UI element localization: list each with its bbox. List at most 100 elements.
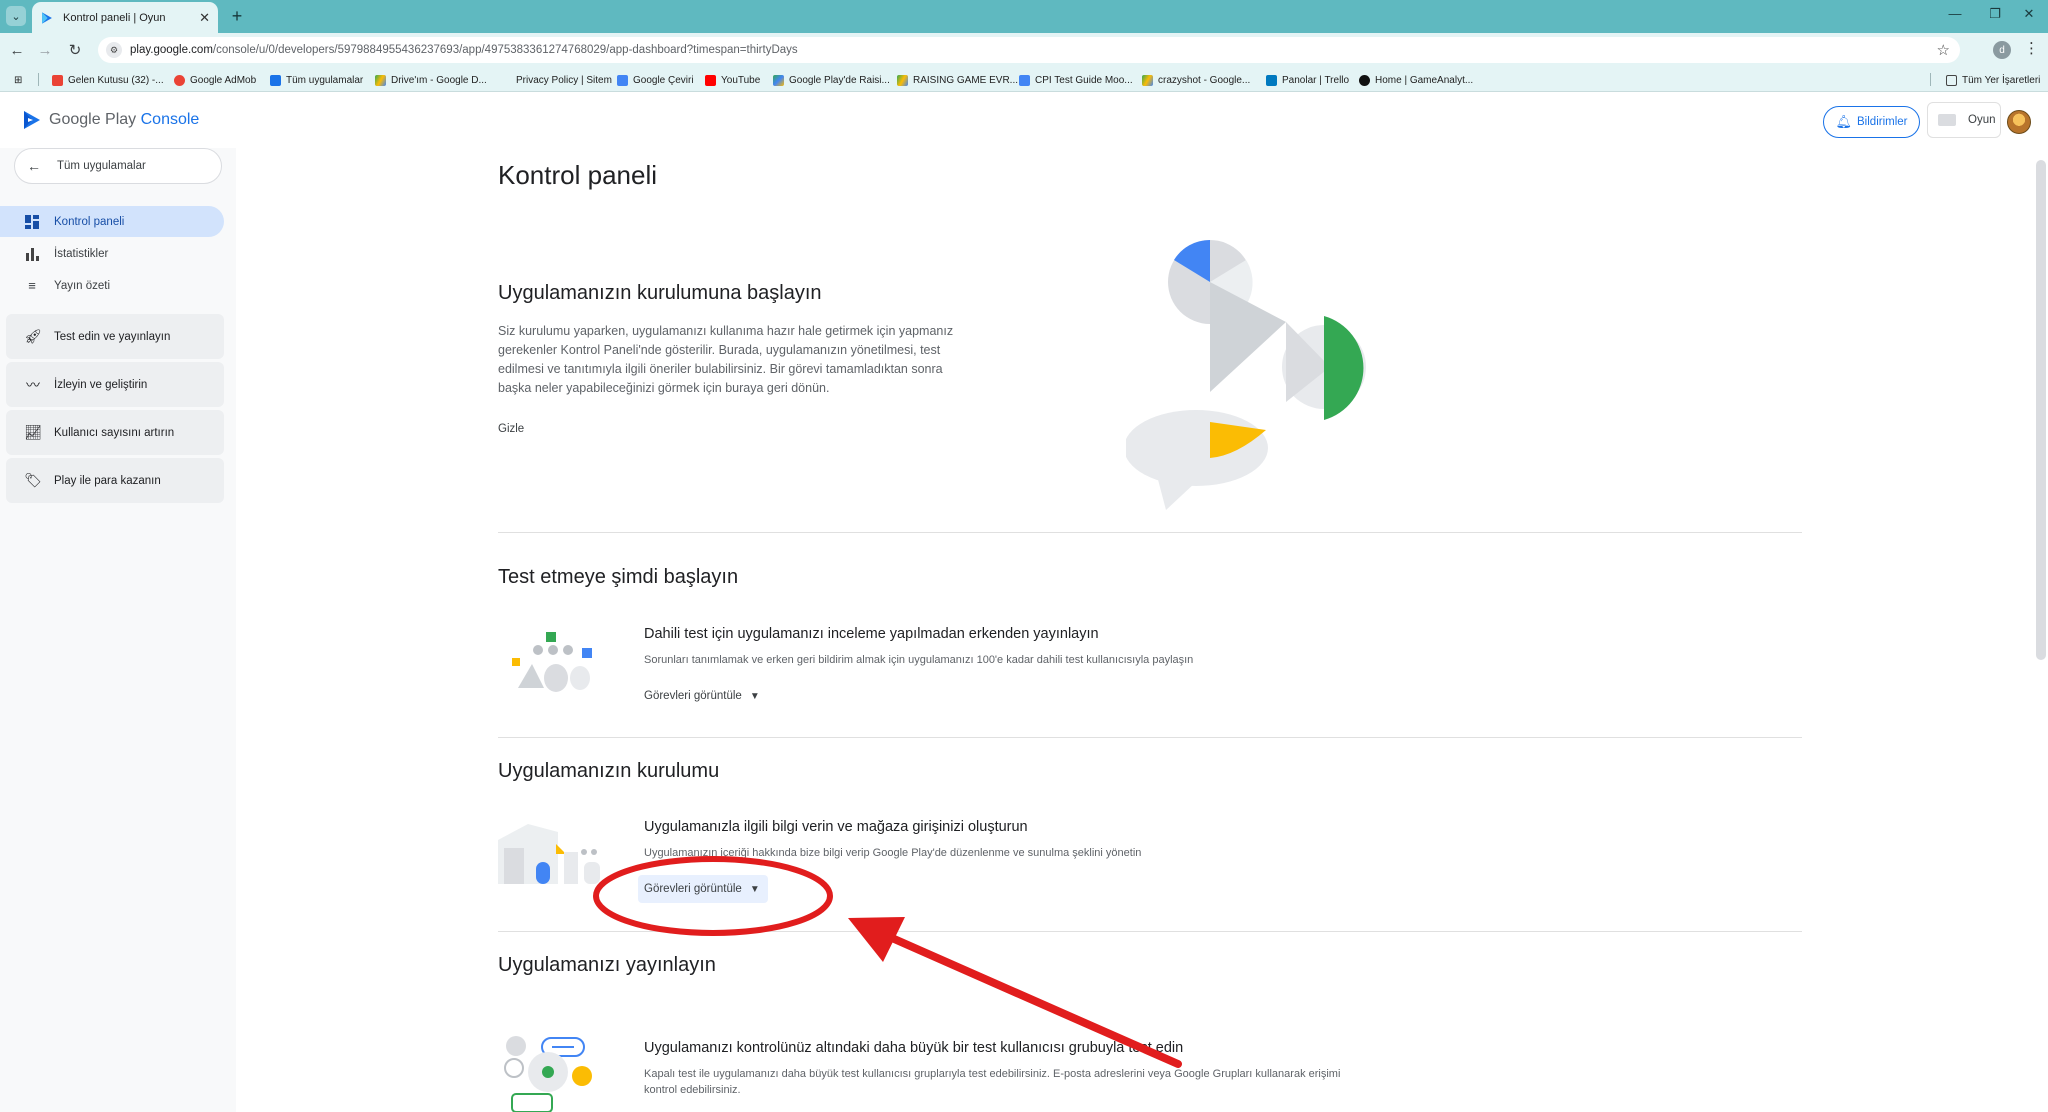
task-desc-closed-test: Kapalı test ile uygulamanızı daha büyük … (644, 1068, 1341, 1096)
address-toolbar: ← → ↻ ⚙ play.google.com/console/u/0/deve… (0, 33, 2048, 67)
main-content: Kontrol paneli Uygulamanızın kurulumuna … (236, 148, 2048, 1112)
apps-grid-icon[interactable]: ⊞ (14, 72, 22, 88)
view-tasks-button-internal-test[interactable]: Görevleri görüntüle ▼ (638, 682, 768, 710)
app-switcher[interactable]: Oyun (1927, 102, 2001, 138)
browser-tab-strip: ⌄ Kontrol paneli | Oyun ✕ + — ❐ ✕ (0, 0, 2048, 33)
dashboard-icon (24, 214, 40, 230)
user-avatar[interactable] (2007, 110, 2031, 134)
sidebar-item-dashboard[interactable]: Kontrol paneli (0, 206, 224, 237)
sidebar-item-label: Kontrol paneli (54, 215, 125, 228)
folder-icon (1946, 74, 1957, 86)
section-title-start-testing: Test etmeye şimdi başlayın (498, 566, 739, 588)
site-info-icon[interactable]: ⚙ (106, 42, 122, 58)
tab-close-icon[interactable]: ✕ (199, 10, 210, 26)
youtube-icon (705, 74, 716, 86)
back-arrow-icon[interactable]: ← (8, 41, 26, 59)
app-placeholder-icon (1938, 114, 1956, 126)
logo-suffix: Console (140, 111, 200, 128)
all-apps-back-button[interactable]: ← Tüm uygulamalar (14, 148, 222, 184)
admob-icon (174, 74, 185, 86)
task-title-internal-test: Dahili test için uygulamanızı inceleme y… (644, 626, 1099, 642)
task-title-closed-test: Uygulamanızı kontrolünüz altındaki daha … (644, 1040, 1184, 1056)
play-console-logo[interactable]: Google Play Console (22, 110, 199, 130)
rocket-icon: 🚀︎ (24, 328, 42, 344)
drive-icon (1142, 74, 1153, 86)
chevron-down-icon: ▼ (749, 690, 760, 702)
reload-icon[interactable]: ↻ (66, 41, 84, 59)
play-console-icon (270, 74, 281, 86)
sidebar-item-release-summary[interactable]: ≡ Yayın özeti (0, 270, 224, 301)
notifications-label: Bildirimler (1857, 116, 1908, 128)
bookmark-trello[interactable]: Panolar | Trello (1266, 72, 1349, 88)
setup-illustration (1126, 239, 1366, 510)
section-title-publish-app: Uygulamanızı yayınlayın (498, 954, 716, 976)
address-bar[interactable]: ⚙ play.google.com/console/u/0/developers… (98, 37, 1960, 63)
task-desc-store-listing: Uygulamanızın içeriği hakkında bize bilg… (644, 847, 1142, 859)
task-title-store-listing: Uygulamanızla ilgili bilgi verin ve mağa… (644, 819, 1028, 835)
all-bookmarks-folder[interactable]: Tüm Yer İşaretleri (1946, 72, 2040, 88)
bookmark-crazyshot[interactable]: crazyshot - Google... (1142, 72, 1250, 88)
bookmark-drive[interactable]: Drive'ım - Google D... (375, 72, 487, 88)
new-tab-button[interactable]: + (226, 5, 248, 27)
view-tasks-button-store-listing[interactable]: Görevleri görüntüle ▼ (638, 875, 768, 903)
browser-tab-active[interactable]: Kontrol paneli | Oyun ✕ (32, 2, 218, 33)
bookmark-gameanalytics[interactable]: Home | GameAnalyt... (1359, 72, 1473, 88)
closed-test-illustration (504, 1036, 592, 1112)
sidebar-group-grow-users[interactable]: 📈︎ Kullanıcı sayısını artırın (6, 410, 224, 455)
minimize-icon[interactable]: — (1944, 6, 1966, 21)
hide-button[interactable]: Gizle (498, 423, 524, 435)
setup-card-description: Siz kurulumu yaparken, uygulamanızı kull… (498, 324, 954, 395)
gmail-icon (52, 74, 63, 86)
page-scrollbar[interactable] (2036, 160, 2046, 660)
bookmark-raising-game[interactable]: RAISING GAME EVR... (897, 72, 1018, 88)
drive-icon (897, 74, 908, 86)
chevron-down-icon: ▼ (749, 883, 760, 895)
window-close-icon[interactable]: ✕ (2018, 6, 2040, 22)
browser-profile-avatar[interactable]: d (1993, 41, 2011, 59)
google-play-icon (773, 74, 784, 86)
sidebar-item-statistics[interactable]: İstatistikler (0, 238, 224, 269)
bookmark-cpi-test[interactable]: CPI Test Guide Moo... (1019, 72, 1133, 88)
app-header: Google Play Console 🔔︎ Bildirimler Oyun (0, 92, 2048, 148)
forward-arrow-icon[interactable]: → (36, 41, 54, 59)
bookmark-admob[interactable]: Google AdMob (174, 72, 256, 88)
bookmark-all-apps[interactable]: Tüm uygulamalar (270, 72, 363, 88)
store-listing-illustration (498, 824, 600, 884)
internal-test-illustration (512, 632, 592, 692)
section-divider (498, 532, 1802, 533)
bookmark-google-play[interactable]: Google Play'de Raisi... (773, 72, 890, 88)
sidebar-group-test-release[interactable]: 🚀︎ Test edin ve yayınlayın (6, 314, 224, 359)
docs-icon (1019, 74, 1030, 86)
bookmark-gmail[interactable]: Gelen Kutusu (32) -... (52, 72, 164, 88)
view-tasks-label: Görevleri görüntüle (644, 883, 742, 895)
trello-icon (1266, 74, 1277, 86)
section-divider (498, 931, 1802, 932)
task-desc-internal-test: Sorunları tanımlamak ve erken geri bildi… (644, 654, 1194, 666)
bookmark-star-icon[interactable]: ☆ (1937, 41, 1950, 59)
bookmark-translate[interactable]: Google Çeviri (617, 72, 694, 88)
bookmark-privacy-policy[interactable]: Privacy Policy | Sitem (516, 72, 612, 88)
url-text: play.google.com/console/u/0/developers/5… (130, 44, 798, 56)
release-summary-icon: ≡ (28, 278, 36, 293)
sidebar-group-monetize[interactable]: 🏷︎ Play ile para kazanın (6, 458, 224, 503)
restore-icon[interactable]: ❐ (1984, 6, 2006, 22)
sidebar-group-monitor-improve[interactable]: 〰 İzleyin ve geliştirin (6, 362, 224, 407)
trend-icon: 〰 (26, 376, 40, 393)
arrow-left-icon: ← (27, 158, 41, 174)
section-divider (498, 737, 1802, 738)
sidebar-group-label: Test edin ve yayınlayın (54, 330, 171, 343)
drive-icon (375, 74, 386, 86)
notifications-button[interactable]: 🔔︎ Bildirimler (1823, 106, 1920, 138)
play-console-favicon-icon (42, 11, 52, 24)
sidebar-item-label: Yayın özeti (54, 279, 111, 292)
bookmark-youtube[interactable]: YouTube (705, 72, 760, 88)
bell-icon: 🔔︎ (1835, 114, 1853, 129)
gameanalytics-icon (1359, 74, 1370, 86)
play-console-logo-icon (24, 111, 40, 129)
sidebar-group-label: Play ile para kazanın (54, 474, 161, 487)
view-tasks-label: Görevleri görüntüle (644, 690, 742, 702)
bookmarks-bar: ⊞ Gelen Kutusu (32) -... Google AdMob Tü… (0, 67, 2048, 92)
tab-search-icon[interactable]: ⌄ (6, 6, 26, 26)
price-tag-icon: 🏷︎ (24, 472, 42, 488)
browser-menu-icon[interactable]: ⋮ (2024, 39, 2039, 57)
